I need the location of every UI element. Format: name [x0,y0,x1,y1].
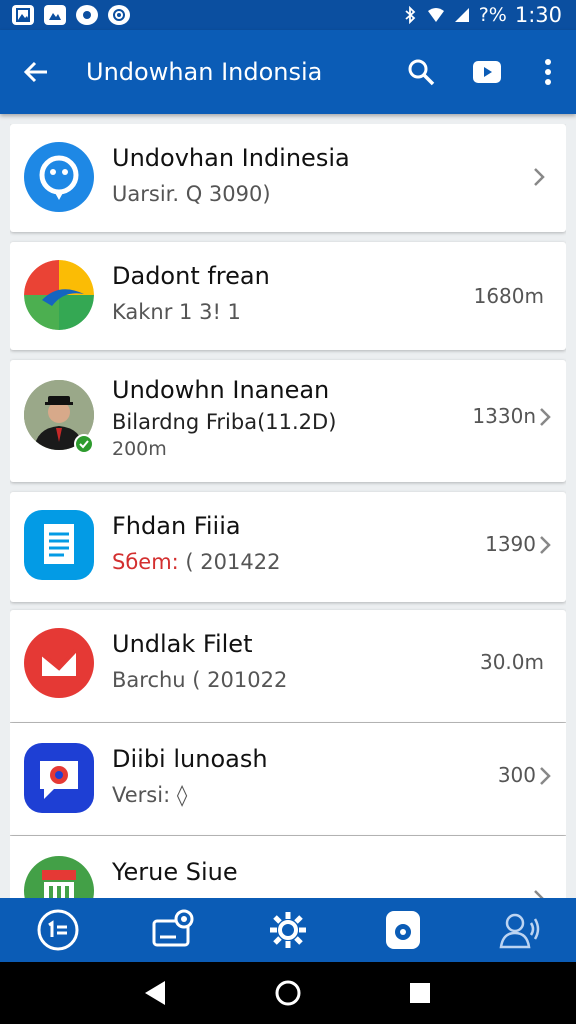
recents-square-icon [410,983,430,1003]
document-icon [24,510,94,580]
chat-camera-icon [24,743,94,813]
mail-icon [24,628,94,698]
signal-icon [454,8,469,22]
list-item[interactable]: Undowhn Inanean Bilardng Friba(11.2D) 20… [10,360,566,482]
profile-voice-icon [499,913,540,949]
nav-profile[interactable] [478,898,558,962]
item-name: Undlak Filet [112,630,253,658]
home-circle-icon [275,980,301,1006]
item-name: Dadont frean [112,262,270,290]
item-size: 30.0m [479,650,544,674]
item-size: 1390 [485,532,536,556]
item-subtitle: ( 201422 [185,550,281,574]
chevron-right-icon [534,890,544,898]
list-item[interactable]: Diibi lunoash Versi: ◊ 300 [10,723,566,835]
nav-settings[interactable] [248,898,328,962]
chevron-right-icon [540,408,551,426]
back-button[interactable] [0,30,72,114]
chevron-right-icon [534,168,545,186]
item-subtitle: Uarsir. Q 3090) [112,182,271,206]
image-icon [12,5,34,25]
list-item[interactable]: Fhdan Fiiia Sбem: ( 201422 1390 [10,492,566,602]
photo-icon [44,5,66,25]
item-name: Undowhn Inanean [112,376,330,404]
item-subtitle: Bilardng Friba(11.2D) [112,410,337,434]
chat-bubble-icon [24,142,94,212]
nav-badge[interactable] [133,898,213,962]
item-extra: 200m [112,438,167,460]
list-item[interactable]: Dadont frean Kaknr 1 3! 1 1680m [10,242,566,350]
bottom-navigation [0,898,576,962]
play-button[interactable] [454,30,520,114]
chat-icon [76,5,98,25]
app-bar: Undowhan Indonsia [0,30,576,114]
item-subtitle: Versi: ◊ [112,783,188,807]
list-item[interactable]: Undlak Filet Barchu ( 201022 30.0m [10,610,566,722]
item-name: Undovhan Indinesia [112,144,350,172]
system-back-button[interactable] [131,968,181,1018]
item-name: Yerue Siue [112,858,238,886]
item-subtitle: Barchu ( 201022 [112,668,288,692]
search-icon [408,59,435,86]
badge-icon [152,909,194,947]
search-button[interactable] [388,30,454,114]
wifi-icon [427,8,444,22]
google-logo-icon [24,260,94,330]
system-navigation [0,962,576,1024]
system-home-button[interactable] [263,968,313,1018]
clock: 1:30 [514,3,562,27]
more-options-button[interactable] [520,30,576,114]
list-item[interactable]: Undovhan Indinesia Uarsir. Q 3090) [10,124,566,232]
page-title: Undowhan Indonsia [86,58,323,86]
battery-percent: ?% [478,4,507,26]
more-vert-icon [545,59,551,85]
circle-list-icon [37,909,79,951]
camera-app-icon [386,911,421,949]
back-triangle-icon [145,981,165,1005]
item-subtitle-label: Sбem: [112,550,179,574]
bluetooth-icon [405,6,416,24]
settings-gear-icon [269,912,306,948]
status-bar: ?% 1:30 [0,0,576,30]
item-size: 1680m [473,284,544,308]
item-subtitle: Kaknr 1 3! 1 [112,300,241,324]
vpn-icon [108,5,130,25]
arrow-left-icon [23,61,47,83]
item-size: 300 [497,763,536,787]
nav-camera[interactable] [363,898,443,962]
verified-badge-icon [74,434,94,454]
system-recents-button[interactable] [395,968,445,1018]
item-name: Diibi lunoash [112,745,268,773]
store-icon [24,856,94,898]
play-icon [473,61,501,83]
app-list: Undovhan Indinesia Uarsir. Q 3090) Dadon… [10,124,566,898]
chevron-right-icon [540,536,551,554]
list-item[interactable]: Yerue Siue [10,836,566,898]
notification-icons [12,5,130,25]
chevron-right-icon [540,767,551,785]
item-size: 1330n [472,404,536,428]
nav-home[interactable] [18,898,98,962]
item-name: Fhdan Fiiia [112,512,241,540]
